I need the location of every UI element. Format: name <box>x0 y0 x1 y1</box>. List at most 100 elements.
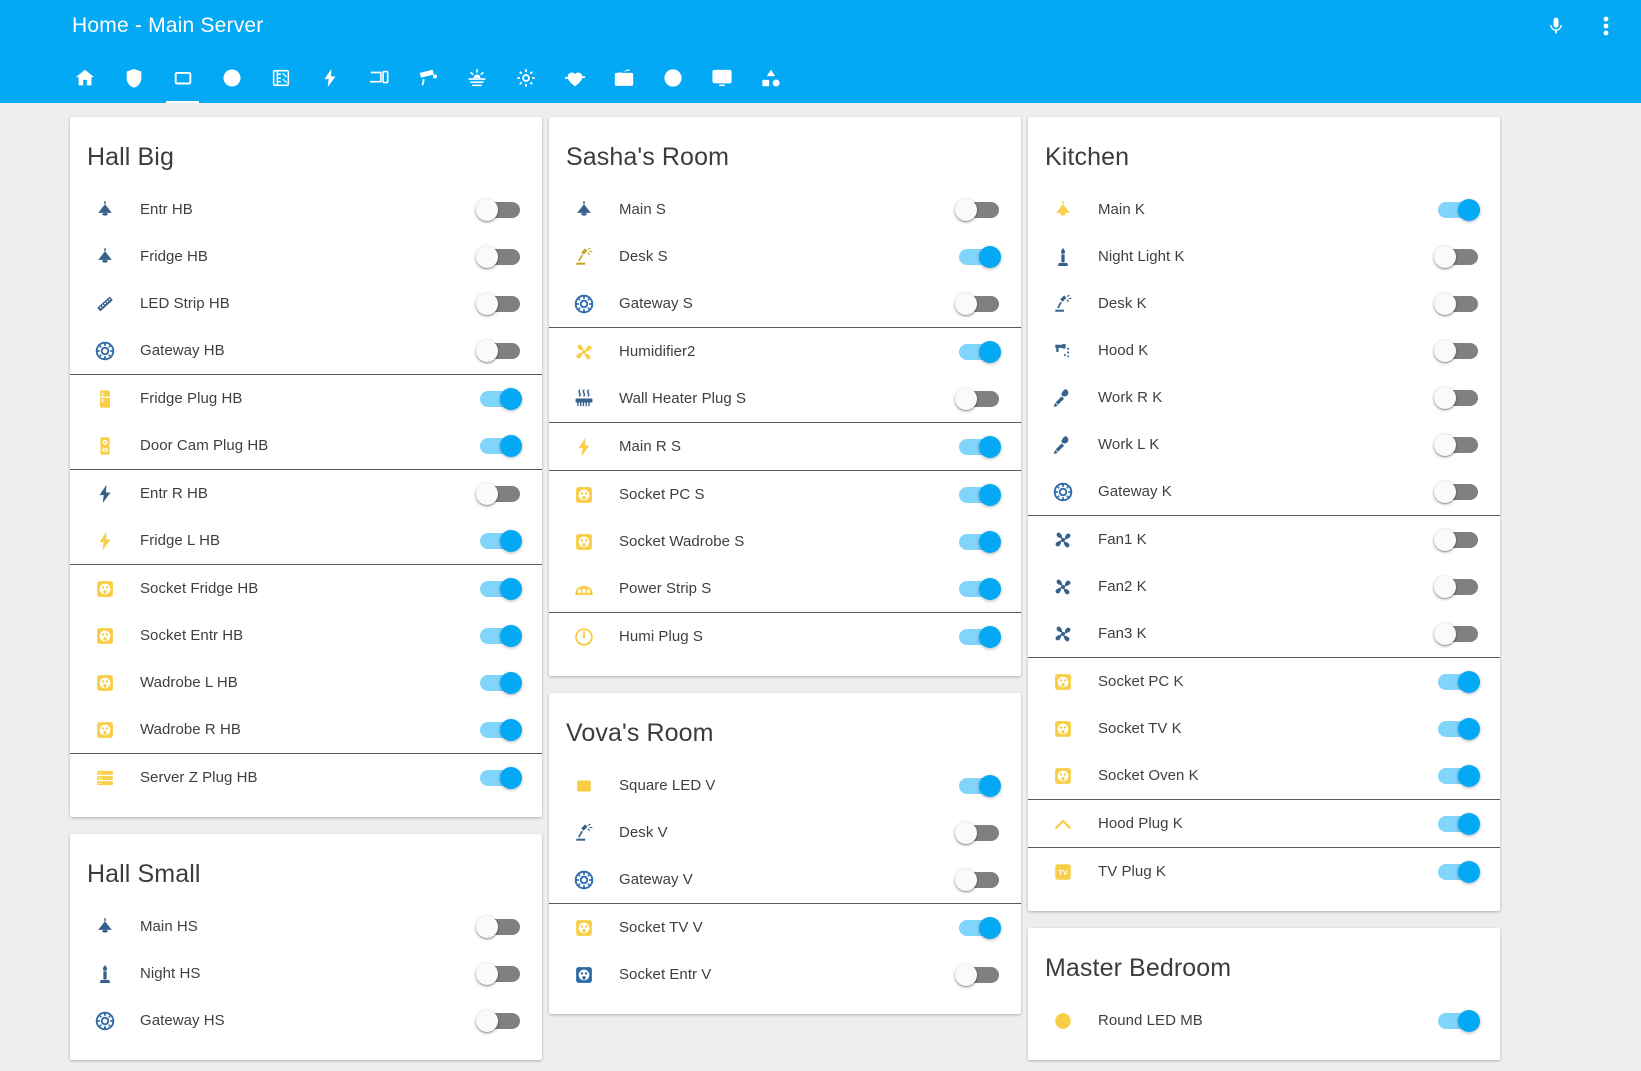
tab-weather[interactable] <box>452 52 501 103</box>
entity-row[interactable]: Socket Entr V <box>549 951 1021 998</box>
entity-row[interactable]: Gateway S <box>549 280 1021 327</box>
entity-row[interactable]: Fridge L HB <box>70 517 542 564</box>
entity-toggle[interactable] <box>1434 245 1480 268</box>
tab-globe[interactable] <box>648 52 697 103</box>
entity-toggle[interactable] <box>1434 528 1480 551</box>
entity-row[interactable]: Hood Plug K <box>1028 800 1500 847</box>
entity-row[interactable]: Entr HB <box>70 186 542 233</box>
entity-toggle[interactable] <box>955 774 1001 797</box>
entity-row[interactable]: Wadrobe L HB <box>70 659 542 706</box>
entity-toggle[interactable] <box>955 292 1001 315</box>
entity-row[interactable]: Gateway K <box>1028 468 1500 515</box>
entity-row[interactable]: Desk V <box>549 809 1021 856</box>
tab-lights[interactable] <box>158 52 207 103</box>
tab-shapes[interactable] <box>746 52 795 103</box>
tab-power[interactable] <box>305 52 354 103</box>
entity-row[interactable]: Night HS <box>70 950 542 997</box>
entity-toggle[interactable] <box>1434 812 1480 835</box>
entity-row[interactable]: Server Z Plug HB <box>70 754 542 801</box>
entity-toggle[interactable] <box>476 292 522 315</box>
entity-toggle[interactable] <box>476 482 522 505</box>
entity-row[interactable]: Work R K <box>1028 374 1500 421</box>
entity-toggle[interactable] <box>476 915 522 938</box>
entity-row[interactable]: Humidifier2 <box>549 328 1021 375</box>
entity-toggle[interactable] <box>1434 670 1480 693</box>
entity-row[interactable]: Gateway HB <box>70 327 542 374</box>
tab-settings[interactable] <box>501 52 550 103</box>
entity-row[interactable]: Entr R HB <box>70 470 542 517</box>
entity-row[interactable]: Wall Heater Plug S <box>549 375 1021 422</box>
entity-toggle[interactable] <box>476 198 522 221</box>
entity-row[interactable]: Fridge HB <box>70 233 542 280</box>
entity-row[interactable]: Door Cam Plug HB <box>70 422 542 469</box>
entity-row[interactable]: Night Light K <box>1028 233 1500 280</box>
microphone-icon[interactable] <box>1539 9 1573 43</box>
entity-toggle[interactable] <box>1434 386 1480 409</box>
tab-health[interactable] <box>550 52 599 103</box>
entity-row[interactable]: Main K <box>1028 186 1500 233</box>
entity-toggle[interactable] <box>1434 764 1480 787</box>
entity-row[interactable]: Socket Entr HB <box>70 612 542 659</box>
entity-toggle[interactable] <box>955 435 1001 458</box>
entity-toggle[interactable] <box>1434 339 1480 362</box>
entity-row[interactable]: Fan2 K <box>1028 563 1500 610</box>
tab-dashboard[interactable] <box>697 52 746 103</box>
entity-row[interactable]: Fan3 K <box>1028 610 1500 657</box>
entity-row[interactable]: Gateway HS <box>70 997 542 1044</box>
entity-toggle[interactable] <box>955 916 1001 939</box>
entity-row[interactable]: Fridge Plug HB <box>70 375 542 422</box>
entity-toggle[interactable] <box>1434 717 1480 740</box>
entity-toggle[interactable] <box>476 962 522 985</box>
entity-toggle[interactable] <box>1434 622 1480 645</box>
entity-toggle[interactable] <box>955 577 1001 600</box>
entity-toggle[interactable] <box>1434 292 1480 315</box>
entity-toggle[interactable] <box>476 529 522 552</box>
entity-row[interactable]: Hood K <box>1028 327 1500 374</box>
entity-toggle[interactable] <box>955 483 1001 506</box>
entity-toggle[interactable] <box>476 577 522 600</box>
entity-toggle[interactable] <box>476 718 522 741</box>
entity-toggle[interactable] <box>476 339 522 362</box>
entity-row[interactable]: Socket TV K <box>1028 705 1500 752</box>
entity-row[interactable]: Socket Wadrobe S <box>549 518 1021 565</box>
entity-row[interactable]: Humi Plug S <box>549 613 1021 660</box>
entity-toggle[interactable] <box>1434 1009 1480 1032</box>
entity-toggle[interactable] <box>476 387 522 410</box>
entity-row[interactable]: Round LED MB <box>1028 997 1500 1044</box>
tab-cameras[interactable] <box>403 52 452 103</box>
tab-home[interactable] <box>60 52 109 103</box>
entity-toggle[interactable] <box>955 245 1001 268</box>
entity-toggle[interactable] <box>1434 198 1480 221</box>
entity-toggle[interactable] <box>476 434 522 457</box>
entity-row[interactable]: Gateway V <box>549 856 1021 903</box>
entity-toggle[interactable] <box>1434 860 1480 883</box>
entity-toggle[interactable] <box>955 821 1001 844</box>
entity-row[interactable]: Desk S <box>549 233 1021 280</box>
overflow-menu-icon[interactable] <box>1589 9 1623 43</box>
entity-toggle[interactable] <box>476 624 522 647</box>
entity-toggle[interactable] <box>1434 433 1480 456</box>
entity-row[interactable]: Main R S <box>549 423 1021 470</box>
entity-row[interactable]: Fan1 K <box>1028 516 1500 563</box>
tab-security[interactable] <box>109 52 158 103</box>
entity-row[interactable]: Socket Oven K <box>1028 752 1500 799</box>
entity-row[interactable]: TV TV Plug K <box>1028 848 1500 895</box>
entity-toggle[interactable] <box>955 625 1001 648</box>
tab-radio[interactable] <box>599 52 648 103</box>
entity-toggle[interactable] <box>476 766 522 789</box>
entity-row[interactable]: LED Strip HB <box>70 280 542 327</box>
entity-row[interactable]: Socket TV V <box>549 904 1021 951</box>
tab-meters[interactable] <box>256 52 305 103</box>
entity-toggle[interactable] <box>955 530 1001 553</box>
entity-row[interactable]: Desk K <box>1028 280 1500 327</box>
entity-toggle[interactable] <box>1434 480 1480 503</box>
entity-row[interactable]: Main S <box>549 186 1021 233</box>
entity-row[interactable]: Wadrobe R HB <box>70 706 542 753</box>
entity-toggle[interactable] <box>1434 575 1480 598</box>
entity-row[interactable]: Main HS <box>70 903 542 950</box>
tab-vacuum[interactable] <box>207 52 256 103</box>
entity-toggle[interactable] <box>476 671 522 694</box>
entity-toggle[interactable] <box>955 387 1001 410</box>
entity-row[interactable]: Socket PC S <box>549 471 1021 518</box>
entity-toggle[interactable] <box>955 198 1001 221</box>
